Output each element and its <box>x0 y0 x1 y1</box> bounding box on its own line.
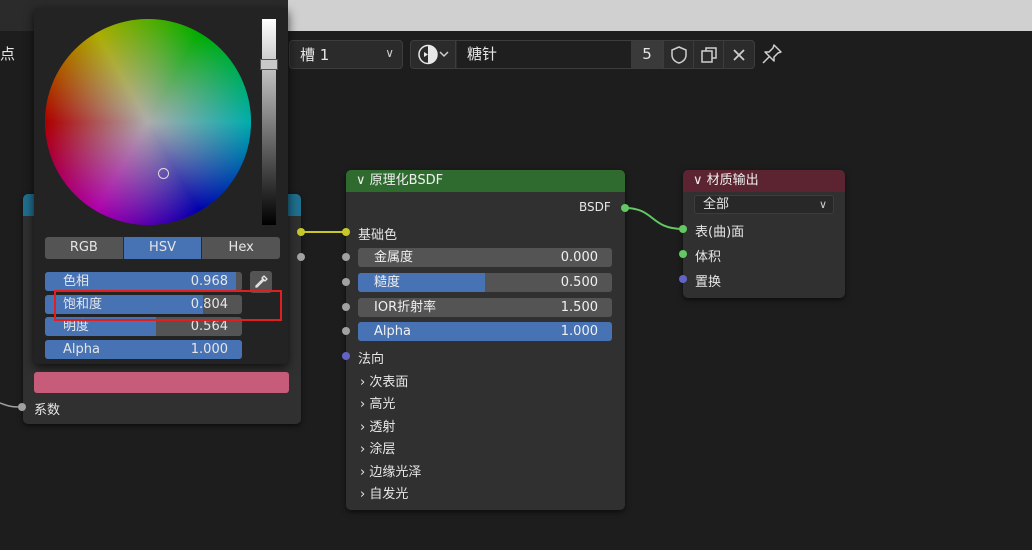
metallic-socket[interactable] <box>342 253 350 261</box>
panel-expand-icon: › <box>360 397 366 412</box>
surface-socket[interactable] <box>679 225 687 233</box>
picker-alpha-value: 1.000 <box>190 342 228 357</box>
ior-field[interactable]: IOR折射率 1.500 <box>358 298 612 317</box>
tab-hex[interactable]: Hex <box>202 237 280 259</box>
color-mode-tabs[interactable]: RGB HSV Hex <box>45 237 280 259</box>
panel-subsurface[interactable]: › 次表面 <box>360 371 408 390</box>
panel-emission[interactable]: › 自发光 <box>360 483 408 502</box>
ior-socket[interactable] <box>342 303 350 311</box>
output-target-dropdown[interactable]: 全部 ∨ <box>694 195 834 214</box>
panel-expand-icon: › <box>360 420 366 435</box>
color-swatch <box>34 372 289 393</box>
bsdf-output-socket[interactable] <box>621 204 629 212</box>
factor-label: 系数 <box>34 403 61 418</box>
picker-alpha-label: Alpha <box>63 342 100 357</box>
panel-expand-icon: › <box>360 442 366 457</box>
tab-hsv[interactable]: HSV <box>123 237 203 259</box>
hue-field[interactable]: 色相 0.968 <box>45 272 242 291</box>
base-color-label: 基础色 <box>358 228 398 243</box>
annotation-highlight-box <box>54 290 282 321</box>
panel-expand-icon: › <box>360 465 366 480</box>
output-node-title: 材质输出 <box>706 173 759 188</box>
output-node-header[interactable]: ∨ 材质输出 <box>683 170 845 192</box>
roughness-label: 糙度 <box>374 275 401 290</box>
collapse-chevron-icon[interactable]: ∨ <box>356 173 366 188</box>
hue-label: 色相 <box>63 274 90 289</box>
panel-transmission[interactable]: › 透射 <box>360 416 395 435</box>
volume-label: 体积 <box>695 250 722 265</box>
wheel-cursor[interactable] <box>158 168 169 179</box>
output-target-value: 全部 <box>703 197 730 212</box>
normal-socket[interactable] <box>342 352 350 360</box>
hue-value: 0.968 <box>190 274 228 289</box>
alpha-socket[interactable] <box>342 327 350 335</box>
displacement-label: 置换 <box>695 275 722 290</box>
tab-rgb[interactable]: RGB <box>45 237 124 259</box>
principled-node-header[interactable]: ∨ 原理化BSDF <box>346 170 625 192</box>
volume-socket[interactable] <box>679 250 687 258</box>
principled-node-title: 原理化BSDF <box>369 173 444 188</box>
metallic-field[interactable]: 金属度 0.000 <box>358 248 612 267</box>
panel-sheen[interactable]: › 边缘光泽 <box>360 461 421 480</box>
base-color-socket[interactable] <box>342 228 350 236</box>
factor-input-socket[interactable] <box>18 403 26 411</box>
ior-label: IOR折射率 <box>374 300 437 315</box>
value-slider[interactable] <box>262 19 276 225</box>
alpha-value: 1.000 <box>560 324 598 339</box>
chevron-down-icon: ∨ <box>818 198 827 211</box>
panel-specular[interactable]: › 高光 <box>360 393 395 412</box>
left-node-alpha-output-socket[interactable] <box>297 253 305 261</box>
roughness-socket[interactable] <box>342 278 350 286</box>
surface-label: 表(曲)面 <box>695 225 745 240</box>
hue-saturation-wheel[interactable] <box>45 19 251 225</box>
roughness-field[interactable]: 糙度 0.500 <box>358 273 612 292</box>
left-node-color-output-socket[interactable] <box>297 228 305 236</box>
metallic-value: 0.000 <box>560 250 598 265</box>
eyedropper-icon <box>255 275 268 288</box>
value-slider-handle[interactable] <box>260 59 278 70</box>
roughness-value: 0.500 <box>560 275 598 290</box>
picker-alpha-field[interactable]: Alpha 1.000 <box>45 340 242 359</box>
panel-coat[interactable]: › 涂层 <box>360 438 395 457</box>
ior-value: 1.500 <box>560 300 598 315</box>
collapse-chevron-icon[interactable]: ∨ <box>693 173 703 188</box>
displacement-socket[interactable] <box>679 275 687 283</box>
metallic-label: 金属度 <box>374 250 414 265</box>
normal-label: 法向 <box>358 352 385 367</box>
panel-expand-icon: › <box>360 487 366 502</box>
alpha-field[interactable]: Alpha 1.000 <box>358 322 612 341</box>
bsdf-output-label: BSDF <box>579 200 611 214</box>
alpha-label: Alpha <box>374 324 411 339</box>
panel-expand-icon: › <box>360 375 366 390</box>
bsdf-link <box>624 207 684 230</box>
